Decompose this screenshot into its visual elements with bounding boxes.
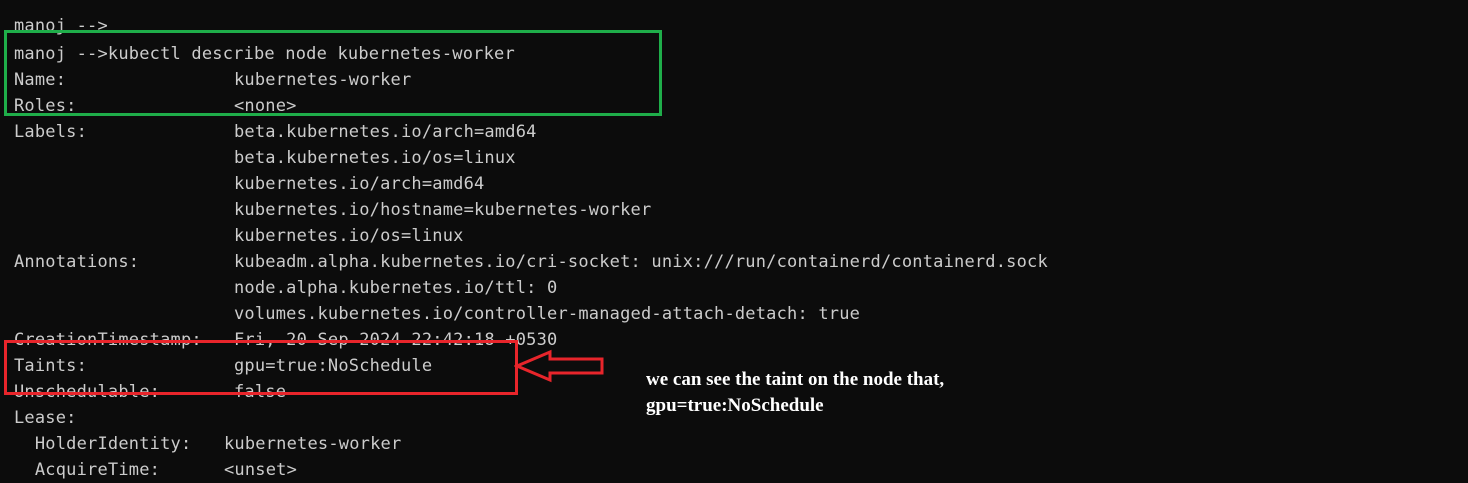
field-value: beta.kubernetes.io/arch=amd64 (234, 122, 537, 142)
field-value: kubernetes.io/arch=amd64 (234, 174, 485, 194)
output-line-labels: Labels: beta.kubernetes.io/arch=amd64 (14, 119, 536, 145)
field-value: kubernetes.io/os=linux (234, 226, 464, 246)
field-value: beta.kubernetes.io/os=linux (234, 148, 516, 168)
annotation-line-2: gpu=true:NoSchedule (646, 395, 824, 416)
output-line-annotations: Annotations: kubeadm.alpha.kubernetes.io/… (14, 249, 1048, 275)
field-value: <unset> (224, 460, 298, 480)
field-value: kubernetes.io/hostname=kubernetes-worker (234, 200, 652, 220)
output-line-acquire: AcquireTime: <unset> (14, 457, 297, 483)
field-value: kubernetes-worker (224, 434, 402, 454)
annotation-note: we can see the taint on the node that, g… (646, 367, 944, 419)
output-line-holder: HolderIdentity: kubernetes-worker (14, 431, 401, 457)
field-label: Lease: (14, 408, 77, 428)
field-label: Labels: (14, 122, 88, 142)
field-label: AcquireTime: (14, 460, 161, 480)
output-line-lease: Lease: (14, 405, 77, 431)
field-value: volumes.kubernetes.io/controller-managed… (234, 304, 861, 324)
annotation-line-1: we can see the taint on the node that, (646, 369, 945, 390)
highlight-box-red (4, 340, 518, 395)
highlight-box-green (4, 30, 662, 116)
field-label: HolderIdentity: (14, 434, 192, 454)
left-arrow-icon (514, 349, 604, 383)
field-value: kubeadm.alpha.kubernetes.io/cri-socket: … (234, 252, 1048, 272)
field-label: Annotations: (14, 252, 140, 272)
field-value: node.alpha.kubernetes.io/ttl: 0 (234, 278, 558, 298)
